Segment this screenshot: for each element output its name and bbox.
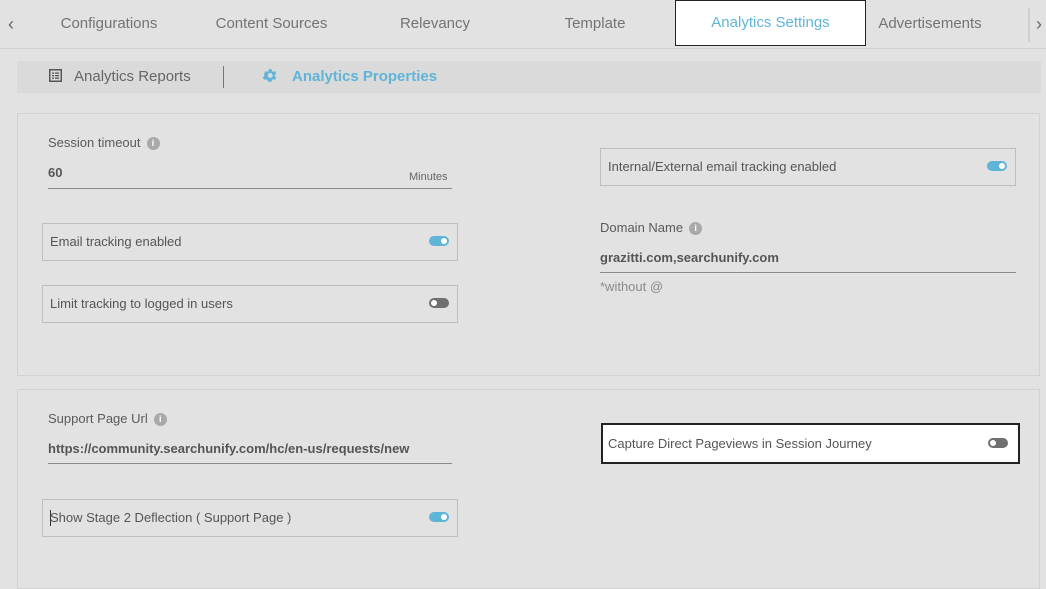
list-icon [49,69,62,82]
session-timeout-label: Session timeout i [48,135,160,151]
domain-name-label: Domain Name i [600,220,703,236]
capture-direct-pageviews-row: Capture Direct Pageviews in Session Jour… [601,423,1020,464]
domain-name-hint: *without @ [600,279,664,294]
stage2-deflection-toggle[interactable] [429,512,449,522]
info-icon[interactable]: i [153,413,167,427]
subnav-reports-label: Analytics Reports [74,68,191,85]
subnav-analytics-reports[interactable]: Analytics Reports [49,61,191,93]
email-tracking-label: Email tracking enabled [50,234,182,249]
general-settings-panel: Session timeout i 60 Minutes Email tracki… [17,113,1040,376]
chevron-right-icon[interactable]: › [1036,0,1042,48]
gear-icon [262,69,277,82]
info-icon[interactable]: i [146,137,160,151]
tab-content-sources[interactable]: Content Sources [200,0,343,48]
tab-advertisements[interactable]: Advertisements [866,0,994,48]
domain-name-underline [600,272,1016,273]
domain-name-input[interactable]: grazitti.com,searchunify.com [600,250,779,265]
info-icon[interactable]: i [689,222,703,236]
session-timeout-label-text: Session timeout [48,135,141,150]
tab-analytics-settings[interactable]: Analytics Settings [675,0,866,46]
internal-external-tracking-label: Internal/External email tracking enabled [608,159,837,174]
tab-relevancy[interactable]: Relevancy [385,0,485,48]
support-page-url-input[interactable]: https://community.searchunify.com/hc/en-… [48,441,409,456]
support-settings-panel: Support Page Url i https://community.sear… [17,389,1040,589]
session-timeout-input[interactable]: 60 [48,165,62,180]
internal-external-tracking-row: Internal/External email tracking enabled [600,148,1016,186]
analytics-subnav: Analytics Reports Analytics Properties [17,61,1041,93]
session-timeout-unit: Minutes [409,171,448,183]
domain-name-label-text: Domain Name [600,220,684,235]
limit-tracking-label: Limit tracking to logged in users [50,296,233,311]
email-tracking-row: Email tracking enabled [42,223,458,261]
limit-tracking-toggle[interactable] [429,298,449,308]
support-page-url-label: Support Page Url i [48,411,167,427]
capture-direct-pageviews-label: Capture Direct Pageviews in Session Jour… [608,436,872,451]
tab-configurations[interactable]: Configurations [40,0,178,48]
stage2-deflection-label: Show Stage 2 Deflection ( Support Page ) [50,510,292,525]
email-tracking-toggle[interactable] [429,236,449,246]
internal-external-tracking-toggle[interactable] [987,161,1007,171]
tab-template[interactable]: Template [540,0,650,48]
support-page-url-label-text: Support Page Url [48,411,148,426]
session-timeout-underline [48,188,452,189]
stage2-deflection-row: Show Stage 2 Deflection ( Support Page ) [42,499,458,537]
subnav-analytics-properties[interactable]: Analytics Properties [261,61,437,93]
limit-tracking-row: Limit tracking to logged in users [42,285,458,323]
subnav-divider [223,66,224,88]
support-page-url-underline [48,463,452,464]
chevron-left-icon[interactable]: ‹ [8,0,14,48]
tab-divider [1028,8,1030,42]
tab-bar: ‹ Configurations Content Sources Relevan… [0,0,1046,49]
capture-direct-pageviews-toggle[interactable] [988,438,1008,448]
subnav-properties-label: Analytics Properties [292,68,438,85]
